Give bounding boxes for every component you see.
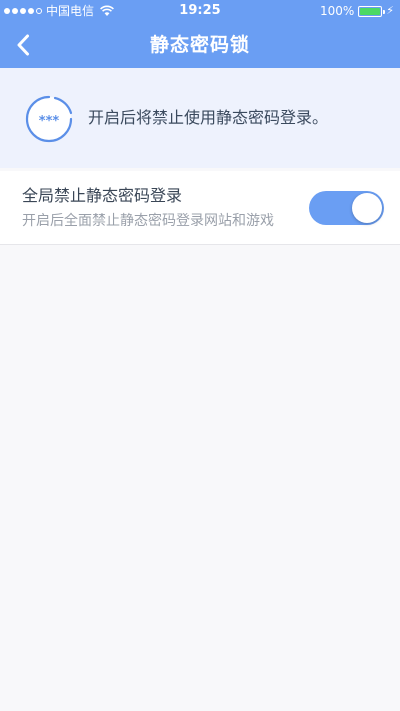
status-bar: 中国电信 19:25 100% ⚡: [0, 0, 400, 22]
nav-bar: 静态密码锁: [0, 22, 400, 68]
battery-fill: [360, 7, 381, 15]
setting-title: 全局禁止静态密码登录: [22, 186, 183, 205]
app-screen: 中国电信 19:25 100% ⚡ 静态密码锁 *** 开启后将禁止使用静态密码…: [0, 0, 400, 711]
banner-text: 开启后将禁止使用静态密码登录。: [88, 108, 329, 127]
password-lock-icon: ***: [25, 95, 73, 143]
setting-subtitle: 开启后全面禁止静态密码登录网站和游戏: [22, 213, 274, 229]
battery-icon: [358, 5, 386, 17]
battery-percent: 100%: [319, 4, 355, 18]
disable-static-password-toggle[interactable]: [309, 191, 384, 225]
status-bar-right: 100% ⚡: [320, 3, 394, 19]
header: 中国电信 19:25 100% ⚡ 静态密码锁: [0, 0, 400, 68]
toggle-knob: [352, 193, 382, 223]
charging-bolt-icon: ⚡: [386, 4, 394, 17]
page-title: 静态密码锁: [149, 34, 250, 56]
info-banner: *** 开启后将禁止使用静态密码登录。: [0, 68, 400, 168]
password-mask-text: ***: [39, 114, 60, 129]
